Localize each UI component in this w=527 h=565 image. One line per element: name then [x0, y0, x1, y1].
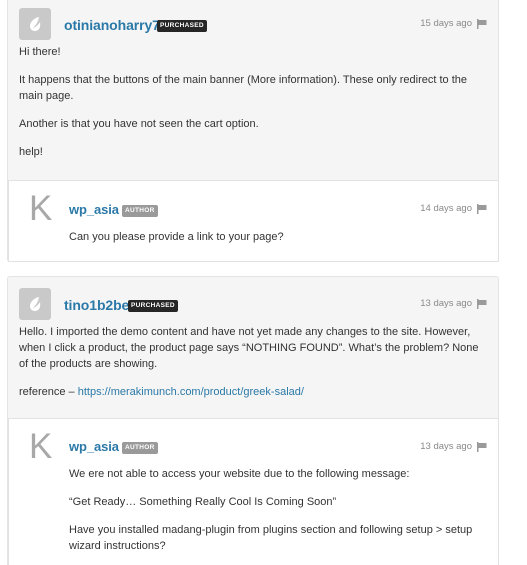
comment-paragraph: help!	[19, 146, 43, 158]
comment-paragraph: Hi there!	[19, 46, 61, 58]
reply-paragraph: “Get Ready… Something Really Cool Is Com…	[69, 496, 337, 508]
comment-meta: 13 days ago	[420, 298, 487, 309]
author-badge: AUTHOR	[122, 205, 158, 217]
reply-username[interactable]: wp_asia	[69, 202, 119, 217]
avatar[interactable]	[19, 8, 51, 40]
comment-paragraph: Hello. I imported the demo content and h…	[19, 326, 479, 370]
reply-username[interactable]: wp_asia	[69, 439, 119, 454]
reply-body: We ere not able to access your website d…	[69, 466, 489, 565]
purchased-badge: PURCHASED	[128, 300, 178, 312]
author-badge: AUTHOR	[122, 442, 158, 454]
flag-icon[interactable]	[477, 441, 487, 452]
comment-paragraph: It happens that the buttons of the main …	[19, 74, 467, 102]
comment-timestamp[interactable]: 15 days ago	[420, 18, 472, 29]
flag-icon[interactable]	[477, 18, 487, 29]
envato-leaf-icon	[30, 17, 41, 31]
reference-line: reference – https://merakimunch.com/prod…	[19, 384, 489, 400]
envato-leaf-icon	[30, 297, 41, 311]
reply-paragraph: Can you please provide a link to your pa…	[69, 231, 284, 243]
comment-username[interactable]: otinianoharry7	[64, 17, 160, 33]
reply-paragraph: Have you installed madang-plugin from pl…	[69, 524, 473, 552]
avatar[interactable]	[19, 288, 51, 320]
comment-body: Hello. I imported the demo content and h…	[19, 324, 489, 412]
purchased-badge: PURCHASED	[157, 20, 207, 32]
reply-meta: 13 days ago	[420, 441, 487, 452]
comment-username[interactable]: tino1b2be	[64, 297, 129, 313]
reply-body: Can you please provide a link to your pa…	[69, 229, 489, 257]
flag-icon[interactable]	[477, 203, 487, 214]
comment-body: Hi there! It happens that the buttons of…	[19, 44, 489, 172]
reply-meta: 14 days ago	[420, 203, 487, 214]
reply-paragraph: We ere not able to access your website d…	[69, 468, 410, 480]
comment-paragraph: Another is that you have not seen the ca…	[19, 118, 259, 130]
avatar[interactable]: K	[29, 429, 61, 465]
reply-timestamp[interactable]: 13 days ago	[420, 441, 472, 452]
avatar[interactable]: K	[29, 191, 61, 227]
comment-meta: 15 days ago	[420, 18, 487, 29]
flag-icon[interactable]	[477, 298, 487, 309]
reply-timestamp[interactable]: 14 days ago	[420, 203, 472, 214]
reference-link[interactable]: https://merakimunch.com/product/greek-sa…	[78, 386, 304, 398]
reference-label: reference –	[19, 386, 75, 398]
comment-timestamp[interactable]: 13 days ago	[420, 298, 472, 309]
